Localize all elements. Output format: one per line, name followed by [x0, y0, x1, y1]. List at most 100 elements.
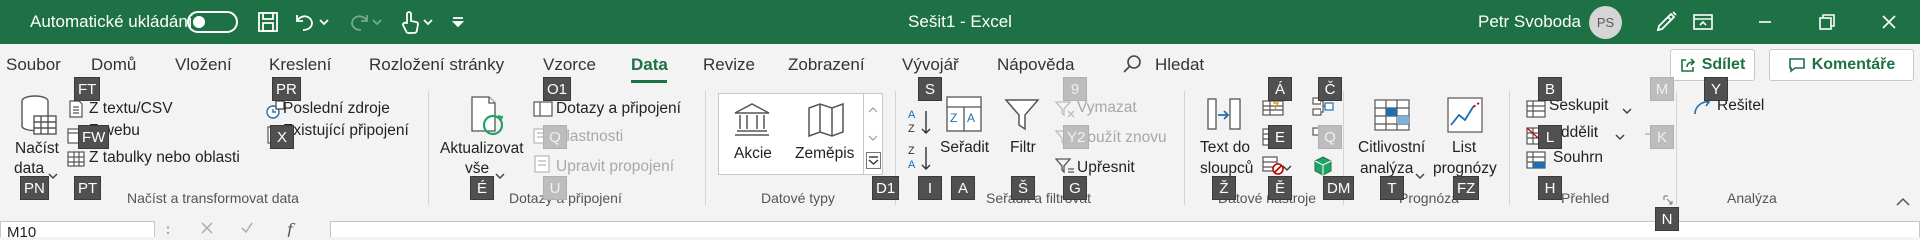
tab-napoveda[interactable]: Nápověda [997, 55, 1075, 75]
from-table-range[interactable]: Z tabulky nebo oblasti [89, 149, 240, 167]
keytip: Š [1011, 176, 1035, 200]
refresh-all-label-1[interactable]: Aktualizovat [440, 140, 524, 158]
subtotal-label[interactable]: Souhrn [1553, 149, 1603, 167]
save-icon[interactable] [253, 0, 283, 44]
search-icon[interactable] [1122, 54, 1142, 79]
svg-text:Z: Z [908, 145, 915, 157]
keytip: B [1538, 77, 1562, 101]
group-separator [1184, 91, 1185, 205]
geography-icon [806, 102, 846, 143]
undo-dropdown-icon[interactable] [315, 0, 333, 44]
tab-zobrazeni[interactable]: Zobrazení [788, 55, 865, 75]
namebox-more-icon[interactable]: ⋮ [160, 223, 176, 237]
tab-revize[interactable]: Revize [703, 55, 755, 75]
tab-kresleni[interactable]: Kreslení [269, 55, 331, 75]
keytip: PN [20, 176, 49, 200]
keytip: A [951, 176, 975, 200]
tab-vlozeni[interactable]: Vložení [175, 55, 232, 75]
text-to-columns-label-1[interactable]: Text do [1200, 139, 1250, 157]
clear-label[interactable]: Vymazat [1077, 99, 1137, 117]
svg-text:Z: Z [950, 111, 957, 125]
insert-function-icon[interactable]: f [287, 220, 293, 237]
comments-button[interactable]: Komentáře [1769, 49, 1914, 81]
avatar-initials: PS [1589, 5, 1622, 39]
chevron-down-icon[interactable] [1615, 128, 1625, 146]
close-icon[interactable] [1866, 0, 1912, 44]
formula-input[interactable] [330, 221, 1920, 237]
tab-rozlozeni-stranky[interactable]: Rozložení stránky [369, 55, 504, 75]
autosave-label: Automatické ukládání [30, 12, 193, 31]
keytip: Q [543, 125, 567, 149]
existing-connections[interactable]: Existující připojení [283, 122, 409, 140]
recent-sources-icon [265, 100, 285, 125]
chevron-down-icon[interactable] [1282, 159, 1292, 177]
keytip: Y2 [1063, 125, 1090, 149]
recent-sources[interactable]: Poslední zdroje [283, 100, 390, 118]
filter-label[interactable]: Filtr [1010, 139, 1036, 157]
tab-data[interactable]: Data [631, 55, 668, 75]
tab-domu[interactable]: Domů [91, 55, 136, 75]
ribbon-display-icon[interactable] [1680, 0, 1726, 44]
collapse-ribbon-icon[interactable] [1895, 194, 1911, 212]
keytip: É [470, 176, 494, 200]
chevron-down-icon[interactable] [495, 167, 505, 185]
redo-dropdown-icon[interactable] [368, 0, 386, 44]
search-label[interactable]: Hledat [1155, 55, 1204, 75]
keytip: O1 [543, 77, 572, 101]
group-label-analysis: Analýza [1727, 190, 1777, 206]
chevron-down-icon[interactable] [868, 129, 878, 147]
tab-vzorce[interactable]: Vzorce [543, 55, 596, 75]
advanced-label[interactable]: Upřesnit [1077, 159, 1135, 177]
group-separator [1676, 91, 1677, 205]
geography-label[interactable]: Zeměpis [795, 145, 854, 163]
minimize-icon[interactable] [1742, 0, 1788, 44]
enter-icon[interactable] [240, 221, 254, 237]
edit-links[interactable]: Upravit propojení [556, 158, 674, 176]
touch-dropdown-icon[interactable] [419, 0, 437, 44]
autosave-toggle[interactable] [187, 0, 238, 44]
what-if-label-1[interactable]: Citlivostní [1358, 139, 1425, 157]
restore-icon[interactable] [1804, 0, 1850, 44]
tab-soubor[interactable]: Soubor [6, 55, 61, 75]
keytip: FW [78, 125, 110, 149]
keytip: DM [1323, 176, 1355, 200]
stocks-label[interactable]: Akcie [734, 145, 772, 163]
gallery-more-icon[interactable] [866, 152, 881, 169]
avatar[interactable]: PS [1589, 0, 1622, 44]
share-icon [1680, 58, 1695, 72]
tab-vyvojar[interactable]: Vývojář [902, 55, 959, 75]
keytip: G [1063, 176, 1087, 200]
edit-links-icon [533, 155, 553, 178]
queries-connections[interactable]: Dotazy a připojení [556, 100, 681, 118]
chevron-up-icon[interactable] [868, 101, 878, 119]
cancel-icon[interactable] [200, 221, 214, 237]
keytip: Ě [1268, 176, 1292, 200]
text-csv-icon [67, 100, 85, 123]
comment-icon [1788, 58, 1805, 73]
get-data-label-1[interactable]: Načíst [15, 140, 59, 158]
gallery-scrollbar[interactable] [863, 93, 883, 175]
keytip: K [1650, 125, 1674, 149]
customize-qat-icon[interactable] [443, 0, 473, 44]
document-title: Sešit1 - Excel [908, 12, 1012, 31]
sort-dialog-icon: ZA [945, 95, 983, 138]
keytip: N [1655, 207, 1679, 231]
keytip: M [1650, 77, 1674, 101]
chevron-down-icon[interactable] [48, 167, 58, 185]
from-text-csv[interactable]: Z textu/CSV [89, 100, 173, 118]
name-box[interactable]: M10 [0, 221, 155, 237]
reapply-label[interactable]: Použít znovu [1077, 129, 1167, 147]
chevron-down-icon[interactable] [1415, 167, 1425, 185]
keytip: Q [1318, 125, 1342, 149]
keytip: H [1538, 176, 1562, 200]
sort-za-icon[interactable]: ZA [908, 143, 934, 178]
keytip: S [918, 77, 942, 101]
sort-label[interactable]: Seřadit [940, 139, 989, 157]
keytip: T [1380, 176, 1404, 200]
keytip: Ž [1212, 176, 1236, 200]
comments-label: Komentáře [1811, 56, 1896, 73]
chevron-down-icon[interactable] [1622, 102, 1632, 120]
forecast-sheet-label-1[interactable]: List [1452, 139, 1476, 157]
sort-az-icon[interactable]: AZ [908, 107, 934, 142]
user-name[interactable]: Petr Svoboda [1478, 0, 1581, 44]
